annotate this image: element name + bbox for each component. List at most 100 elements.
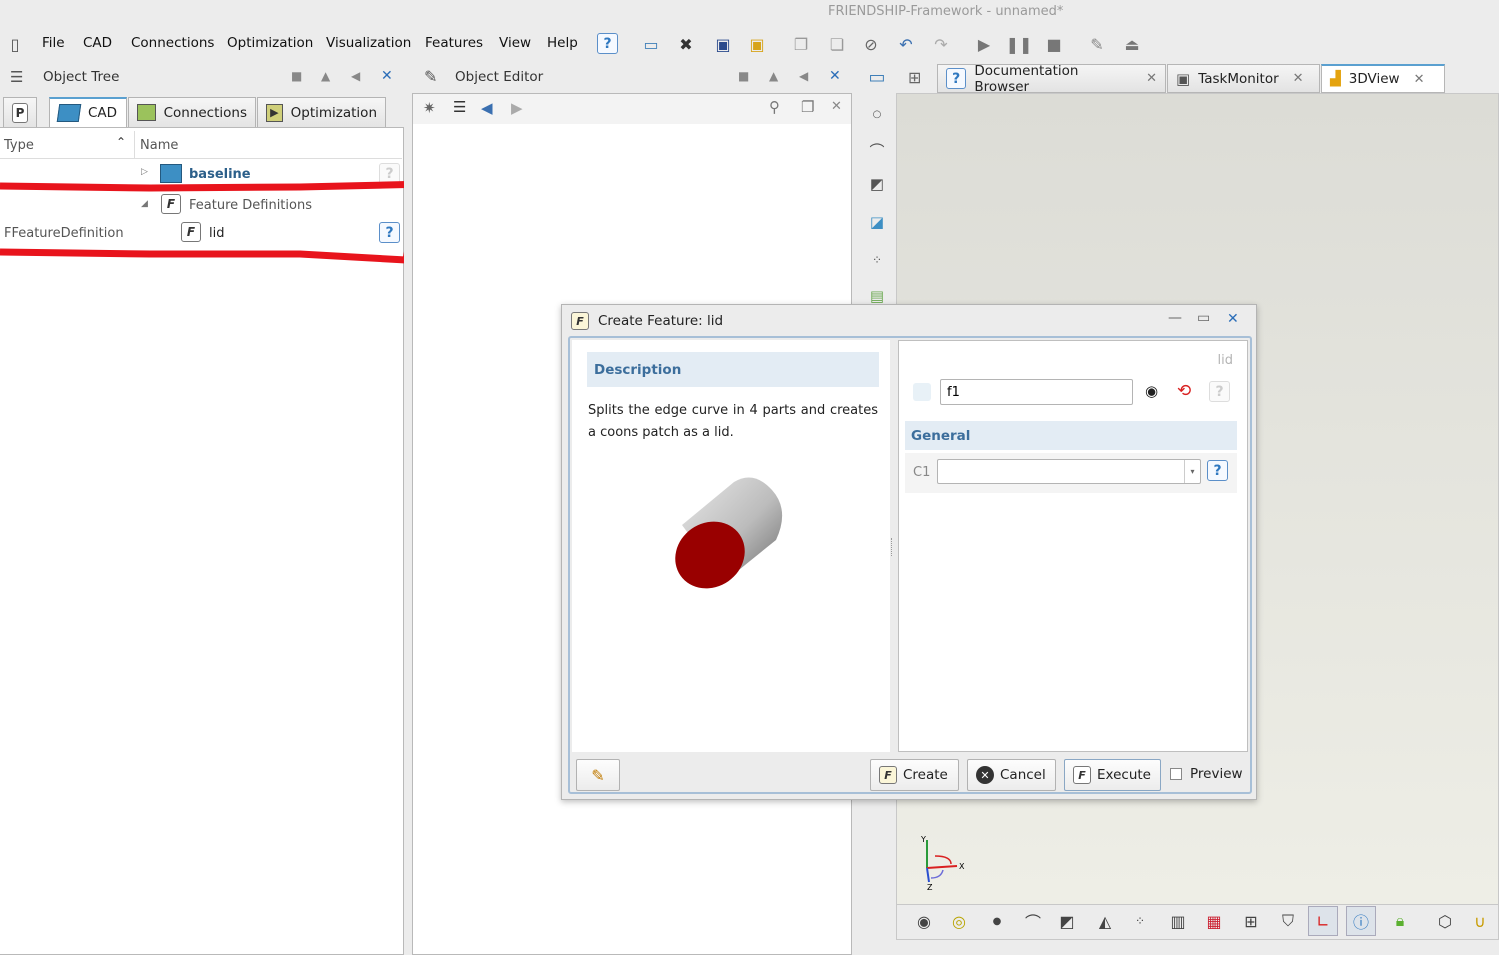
tab-p[interactable]: P [3,97,37,128]
flask-icon[interactable]: ⏏ [1121,33,1143,55]
tab-connections[interactable]: Connections [128,97,256,128]
save-as-icon[interactable]: ▣ [746,33,768,55]
pause-icon[interactable]: ❚❚ [1006,33,1033,55]
expand-icon[interactable]: ▷ [141,167,148,177]
splitter[interactable] [404,90,412,955]
menu-features[interactable]: Features [425,35,483,51]
column-divider [134,131,135,159]
execute-button[interactable]: F Execute [1064,759,1161,791]
redo-icon[interactable]: ↷ [930,33,952,55]
name-input[interactable] [940,379,1133,405]
close-icon[interactable]: ✕ [1146,71,1157,86]
checkbox[interactable] [1170,768,1182,780]
close-icon[interactable]: ✕ [829,68,841,84]
pencil-icon: ✎ [424,67,438,86]
stop-icon[interactable]: ■ [1043,33,1065,55]
cube-icon[interactable]: ⬡ [1430,906,1460,936]
menu-cad[interactable]: CAD [83,35,112,51]
grid-icon[interactable]: ⊞ [1236,906,1266,936]
disable-icon[interactable]: ⊘ [860,33,882,55]
points-display-icon[interactable]: ◉ [909,906,939,936]
points-icon[interactable]: ⁘ [1125,906,1155,936]
paste-icon[interactable]: ❏ [826,33,848,55]
general-header[interactable]: General [905,421,1237,450]
back-icon[interactable]: ◀ [481,99,493,117]
column-name[interactable]: Name [140,138,178,153]
open-folder-icon[interactable]: ▭ [640,33,662,55]
points-icon[interactable]: ⁘ [864,247,890,273]
tree-icon: ☰ [10,68,24,86]
help-icon[interactable]: ? [1209,381,1230,402]
float-icon[interactable]: ■ [738,69,749,83]
undo-icon[interactable]: ↶ [895,33,917,55]
shield-icon[interactable]: ⛉ [1273,906,1303,936]
search-icon[interactable]: ⚲ [769,98,780,116]
tab-optimization[interactable]: ▶ Optimization [257,97,386,128]
close-icon[interactable]: ✕ [1293,71,1304,86]
wireframe-icon[interactable]: ◭ [1090,906,1120,936]
maximize-icon[interactable]: ▭ [1197,310,1210,326]
tab-3dview[interactable]: ▟ 3DView ✕ [1321,64,1445,93]
eye-icon[interactable]: ◉ [1145,382,1158,400]
forward-icon[interactable]: ▶ [511,99,523,117]
menu-help[interactable]: Help [547,35,578,51]
column-type[interactable]: Type [4,138,34,153]
edit-icon[interactable]: ✎ [1086,33,1108,55]
tab-documentation-browser[interactable]: ? Documentation Browser ✕ [937,63,1166,95]
magnet-icon[interactable]: ∪ [1465,906,1495,936]
close-icon[interactable]: ✕ [1227,311,1239,327]
folder-icon[interactable]: ▭ [864,64,890,90]
tab-taskmonitor[interactable]: ▣ TaskMonitor ✕ [1167,64,1320,93]
tab-cad[interactable]: CAD [49,97,127,128]
close-icon[interactable]: ✕ [381,68,393,84]
menu-file[interactable]: File [42,35,65,51]
menu-connections[interactable]: Connections [131,35,214,51]
general-title: General [911,428,971,444]
move-up-icon[interactable]: ▲ [321,69,330,83]
splitter-handle[interactable] [891,538,895,556]
edit-description-button[interactable]: ✎ [576,759,620,791]
mesh-icon[interactable]: ▥ [1163,906,1193,936]
curve-icon[interactable]: ⌒ [864,137,890,163]
minimize-icon[interactable]: — [1168,310,1182,326]
help-icon[interactable]: ? [1207,460,1228,481]
menu-optimization[interactable]: Optimization [227,35,313,51]
preview-checkbox[interactable]: Preview [1170,766,1243,782]
close-project-icon[interactable]: ✖ [675,33,697,55]
save-icon[interactable]: ▣ [712,33,734,55]
close-icon[interactable]: ✕ [1414,72,1425,87]
chevron-down-icon[interactable]: ▾ [1184,460,1200,483]
pin-icon[interactable]: ✷ [423,99,436,117]
copy-icon[interactable]: ❐ [790,33,812,55]
create-button[interactable]: F Create [870,759,959,791]
move-left-icon[interactable]: ◀ [799,69,808,83]
preview-label: Preview [1190,766,1243,782]
c1-combobox[interactable]: ▾ [937,459,1201,484]
menu-visualization[interactable]: Visualization [326,35,411,51]
surface-icon[interactable]: ◩ [864,171,890,197]
axis-icon[interactable]: ∟ [1308,906,1338,936]
axis-z-label: Z [927,883,933,892]
curve-icon[interactable]: ⌒ [1018,906,1048,936]
move-left-icon[interactable]: ◀ [351,69,360,83]
selected-point-icon[interactable]: ◎ [944,906,974,936]
cad-folder-icon [56,104,82,122]
info-icon[interactable]: ⓘ [1346,906,1376,936]
refresh-icon[interactable]: ⟲ [1177,381,1191,401]
mesh-error-icon[interactable]: ▦ [1199,906,1229,936]
play-icon[interactable]: ▶ [973,33,995,55]
grid-icon[interactable]: ⊞ [908,68,921,87]
move-up-icon[interactable]: ▲ [769,69,778,83]
point-icon[interactable]: ● [982,906,1012,936]
point-icon[interactable]: ○ [864,101,890,127]
list-icon[interactable]: ☰ [453,98,466,116]
lock-icon[interactable]: 🔒︎ [1385,906,1415,936]
copy-icon[interactable]: ❐ [801,98,814,116]
float-icon[interactable]: ■ [291,69,302,83]
cancel-button[interactable]: ✕ Cancel [967,759,1056,791]
close-icon[interactable]: ✕ [831,99,842,114]
select-icon[interactable]: ◪ [864,209,890,235]
help-icon[interactable]: ? [597,33,618,54]
surface-icon[interactable]: ◩ [1052,906,1082,936]
menu-view[interactable]: View [499,35,531,51]
